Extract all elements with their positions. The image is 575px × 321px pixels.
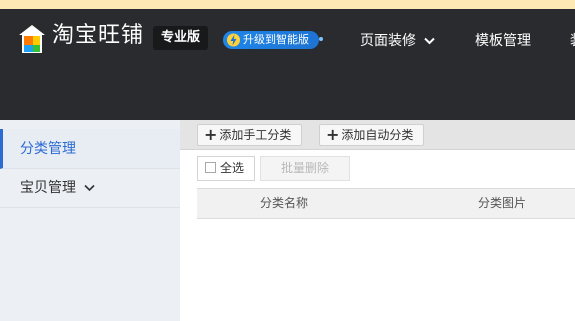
category-toolbar: + 添加手工分类 + 添加自动分类 [180,120,575,150]
upgrade-sparkle-icon [319,37,323,41]
sidebar: 分类管理 宝贝管理 [0,120,180,321]
nav-page-decoration[interactable]: 页面装修 [360,30,436,50]
taobao-logo-icon [19,25,45,53]
add-auto-category-button[interactable]: + 添加自动分类 [319,124,425,146]
select-all-label: 全选 [220,161,245,175]
nav-truncated-item[interactable]: 装 [570,30,575,50]
column-header-category-name: 分类名称 [260,196,309,210]
sidebar-item-category-management[interactable]: 分类管理 [0,129,180,169]
batch-delete-button[interactable]: 批量删除 [260,156,350,181]
top-navigation-bar: 淘宝旺铺 专业版 升级到智能版 页面装修 模板管理 装 [0,9,575,120]
brand-name[interactable]: 淘宝旺铺 [52,17,144,49]
chevron-down-icon [84,184,96,192]
column-header-category-image: 分类图片 [478,196,527,210]
top-notice-stripe [0,0,575,9]
add-manual-category-button[interactable]: + 添加手工分类 [197,124,303,146]
upgrade-button[interactable]: 升级到智能版 [223,31,323,49]
sidebar-item-goods-management[interactable]: 宝贝管理 [0,168,180,208]
upgrade-label: 升级到智能版 [243,33,309,46]
edition-badge: 专业版 [153,26,209,50]
sidebar-item-label: 宝贝管理 [20,180,76,196]
main-content: + 添加手工分类 + 添加自动分类 全选 批量删除 分类名称 分类图片 [180,120,575,321]
select-all-checkbox[interactable]: 全选 [197,156,255,181]
add-manual-category-label: 添加手工分类 [219,128,292,142]
lightning-icon [227,33,240,47]
category-table-header: 分类名称 分类图片 [197,188,575,219]
nav-page-decoration-label: 页面装修 [360,33,416,49]
chevron-down-icon [424,37,436,45]
add-auto-category-label: 添加自动分类 [341,128,414,142]
sidebar-item-label: 分类管理 [20,141,76,157]
plus-icon: + [204,125,218,144]
checkbox-icon[interactable] [205,162,216,173]
nav-template-management[interactable]: 模板管理 [475,30,531,50]
plus-icon: + [326,125,340,144]
